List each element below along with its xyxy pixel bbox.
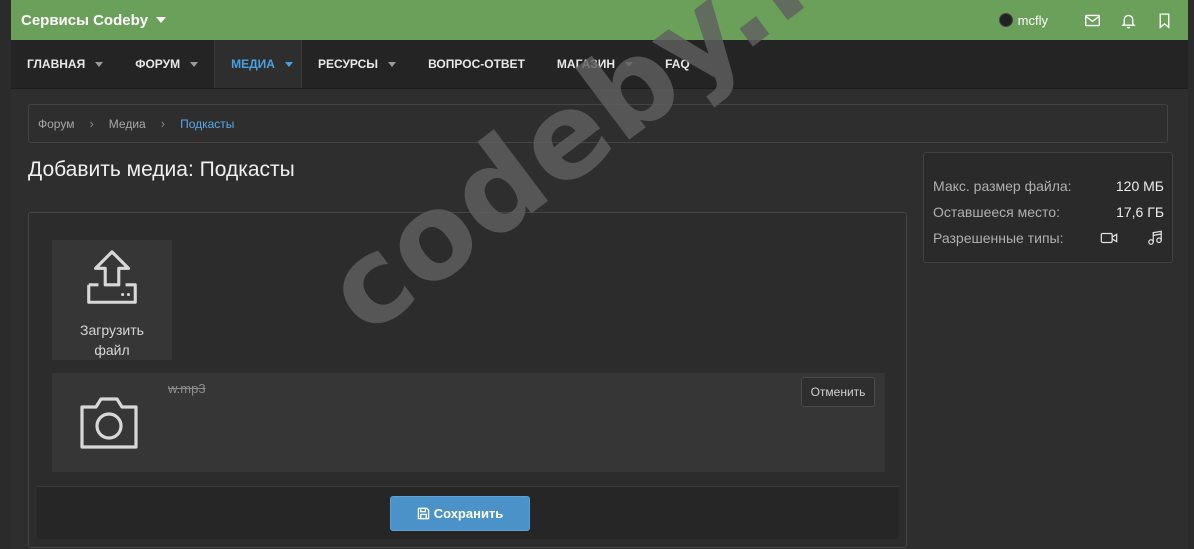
nav-label: ВОПРОС-ОТВЕТ <box>428 57 525 71</box>
save-label: Сохранить <box>433 506 504 521</box>
allowed-types-row: Разрешенные типы: <box>933 225 1164 251</box>
envelope-icon[interactable] <box>1082 10 1102 30</box>
bookmark-icon[interactable] <box>1154 10 1174 30</box>
max-size-value: 120 МБ <box>1115 178 1164 194</box>
main-nav: ГЛАВНАЯ ФОРУМ МЕДИА РЕСУРСЫ ВОПРОС-ОТВЕТ… <box>11 40 1188 89</box>
chevron-right-icon: › <box>160 116 166 131</box>
page-title: Добавить медиа: Подкасты <box>28 158 295 181</box>
chevron-down-icon[interactable] <box>190 61 199 67</box>
allowed-types-icons <box>1100 230 1164 246</box>
camera-icon <box>80 397 138 449</box>
video-icon <box>1100 232 1118 244</box>
page-edge-left <box>0 0 11 549</box>
chevron-down-icon <box>156 17 167 23</box>
breadcrumb-link-media[interactable]: Медиа <box>109 117 146 131</box>
nav-item-shop[interactable]: МАГАЗИН <box>541 40 649 88</box>
upload-icon <box>87 250 137 304</box>
media-filename: w.mp3 <box>168 381 206 396</box>
allowed-types-label: Разрешенные типы: <box>933 230 1064 246</box>
media-upload-panel: Загрузить файл w.mp3 Отменить Сохранить <box>28 212 907 548</box>
upload-file-label: Загрузить файл <box>80 322 144 358</box>
max-size-label: Макс. размер файла: <box>933 178 1072 194</box>
nav-label: ГЛАВНАЯ <box>27 57 86 71</box>
chevron-down-icon[interactable] <box>388 61 397 67</box>
brand-menu[interactable]: Сервисы Codeby <box>11 11 167 29</box>
save-button[interactable]: Сохранить <box>390 496 530 531</box>
upload-file-button[interactable]: Загрузить файл <box>52 240 172 360</box>
top-bar-actions: mcfly <box>998 0 1188 40</box>
nav-label: FAQ <box>665 57 690 71</box>
save-icon <box>417 507 429 520</box>
remaining-space-label: Оставшееся место: <box>933 204 1060 220</box>
chevron-right-icon: › <box>89 116 94 131</box>
nav-item-qa[interactable]: ВОПРОС-ОТВЕТ <box>412 40 541 88</box>
chevron-down-icon[interactable] <box>625 61 634 67</box>
remaining-space-row: Оставшееся место: 17,6 ГБ <box>933 199 1164 225</box>
chevron-down-icon[interactable] <box>95 61 104 67</box>
max-size-row: Макс. размер файла: 120 МБ <box>933 173 1164 199</box>
nav-label: МАГАЗИН <box>556 57 616 71</box>
top-bar: Сервисы Codeby mcfly <box>11 0 1188 40</box>
nav-item-faq[interactable]: FAQ <box>649 40 706 88</box>
nav-item-forum[interactable]: ФОРУМ <box>119 40 214 88</box>
upload-limits-panel: Макс. размер файла: 120 МБ Оставшееся ме… <box>923 152 1173 263</box>
breadcrumb-link-forum[interactable]: Форум <box>38 117 74 131</box>
music-icon <box>1148 230 1162 245</box>
breadcrumb-link-podcasts[interactable]: Подкасты <box>180 117 234 131</box>
remaining-space-value: 17,6 ГБ <box>1116 204 1164 220</box>
pending-media-item: w.mp3 Отменить <box>52 373 885 472</box>
page-edge-right <box>1188 0 1194 549</box>
brand-title: Сервисы Codeby <box>21 11 149 29</box>
nav-item-media[interactable]: МЕДИА <box>214 40 302 88</box>
username: mcfly <box>1017 12 1048 28</box>
user-menu[interactable]: mcfly <box>998 12 1048 28</box>
nav-label: МЕДИА <box>231 57 275 71</box>
bell-icon[interactable] <box>1118 10 1138 30</box>
form-footer: Сохранить <box>37 486 898 539</box>
cancel-button[interactable]: Отменить <box>801 377 875 407</box>
nav-label: ФОРУМ <box>135 57 181 71</box>
breadcrumb: Форум › Медиа › Подкасты <box>28 104 1168 143</box>
avatar <box>998 13 1013 27</box>
nav-item-resources[interactable]: РЕСУРСЫ <box>302 40 412 88</box>
chevron-down-icon[interactable] <box>284 61 293 67</box>
nav-item-home[interactable]: ГЛАВНАЯ <box>11 40 119 88</box>
nav-label: РЕСУРСЫ <box>317 57 379 71</box>
